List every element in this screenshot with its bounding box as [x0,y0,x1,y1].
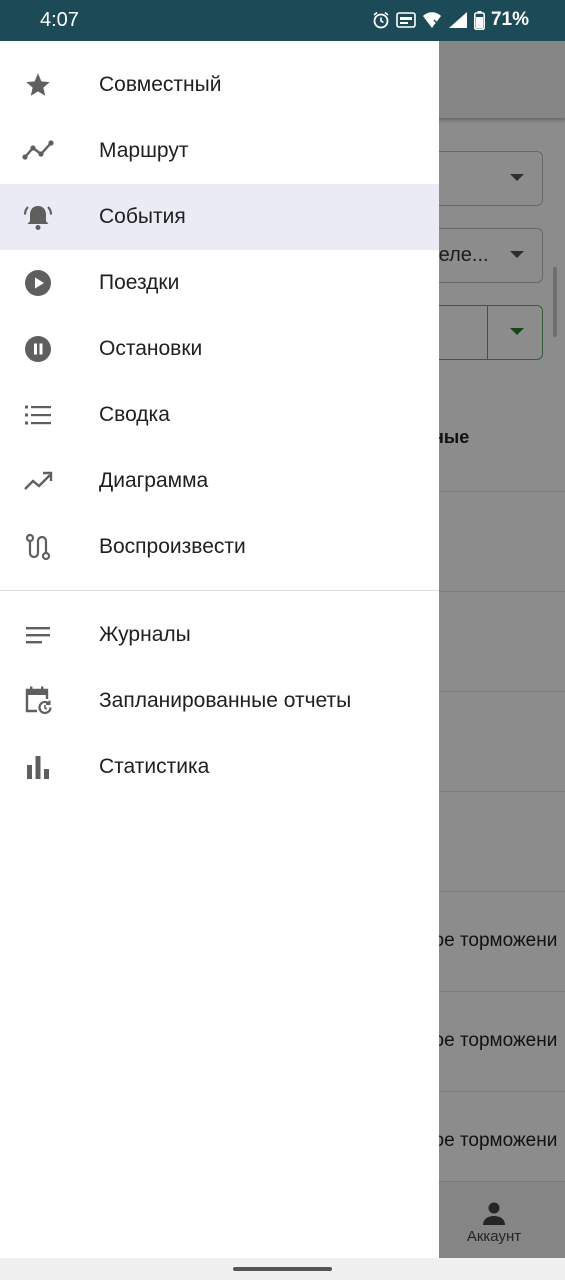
drawer-divider [0,590,439,591]
drawer-item-label: Совместный [99,73,222,96]
home-gesture-handle[interactable] [233,1267,332,1271]
status-time: 4:07 [40,9,79,31]
list-icon [22,401,54,429]
drawer-item-stops[interactable]: Остановки [0,316,439,382]
star-icon [22,71,54,99]
drawer-item-route[interactable]: Маршрут [0,118,439,184]
notes-icon [22,621,54,649]
drawer-item-replay[interactable]: Воспроизвести [0,514,439,580]
drawer-item-label: Статистика [99,755,210,778]
drawer-item-summary[interactable]: Сводка [0,382,439,448]
drawer-item-statistics[interactable]: Статистика [0,734,439,800]
wifi-icon [422,11,442,29]
drawer-item-label: Запланированные отчеты [99,689,352,712]
auto-icon [396,11,416,29]
drawer-item-label: Диаграмма [99,469,209,492]
drawer-item-label: Сводка [99,403,170,426]
replay-path-icon [22,533,54,561]
play-circle-icon [22,269,54,297]
calendar-schedule-icon [22,686,54,715]
drawer-item-label: Маршрут [99,139,189,162]
drawer-item-trips[interactable]: Поездки [0,250,439,316]
drawer-item-label: Поездки [99,271,180,294]
status-icons: 71% [372,8,529,32]
bar-chart-icon [22,753,54,781]
signal-icon [448,11,468,29]
system-nav-bar [0,1258,565,1280]
bell-alert-icon [22,203,54,231]
drawer-item-events[interactable]: События [0,184,439,250]
alarm-icon [372,11,390,29]
pause-circle-icon [22,335,54,363]
drawer-item-scheduled-reports[interactable]: Запланированные отчеты [0,668,439,734]
drawer-item-label: Воспроизвести [99,535,246,558]
drawer-item-label: Журналы [99,623,191,646]
drawer-item-label: Остановки [99,337,203,360]
drawer-item-logs[interactable]: Журналы [0,602,439,668]
battery-percent: 71% [490,9,529,30]
navigation-drawer: Совместный Маршрут События Поездки Остан… [0,41,439,1258]
drawer-item-chart[interactable]: Диаграмма [0,448,439,514]
drawer-item-label: События [99,205,186,228]
battery-icon [473,10,485,30]
drawer-item-sharing[interactable]: Совместный [0,52,439,118]
trending-up-icon [22,467,54,495]
route-line-icon [22,137,54,165]
status-bar: 4:07 71% [0,0,565,41]
